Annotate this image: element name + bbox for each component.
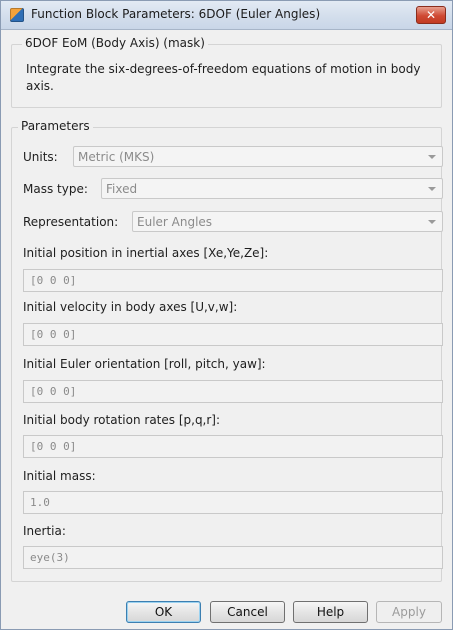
chevron-down-icon xyxy=(428,220,436,224)
mask-description-group: 6DOF EoM (Body Axis) (mask) Integrate th… xyxy=(11,36,442,108)
initial-euler-value: [0 0 0] xyxy=(30,385,77,398)
initial-position-label: Initial position in inertial axes [Xe,Ye… xyxy=(23,246,269,260)
representation-select[interactable]: Euler Angles xyxy=(132,211,443,232)
title-bar[interactable]: Function Block Parameters: 6DOF (Euler A… xyxy=(1,1,452,30)
initial-euler-field[interactable]: [0 0 0] xyxy=(23,380,443,403)
ok-button[interactable]: OK xyxy=(126,601,201,623)
representation-label: Representation: xyxy=(23,215,119,229)
initial-velocity-field[interactable]: [0 0 0] xyxy=(23,323,443,346)
inertia-value: eye(3) xyxy=(30,551,70,564)
inertia-label: Inertia: xyxy=(23,524,66,538)
close-button[interactable]: ✕ xyxy=(416,6,446,24)
mass-type-label: Mass type: xyxy=(23,182,88,196)
initial-rates-field[interactable]: [0 0 0] xyxy=(23,435,443,458)
units-value: Metric (MKS) xyxy=(78,150,155,164)
dialog-window: Function Block Parameters: 6DOF (Euler A… xyxy=(0,0,453,630)
mask-title: 6DOF EoM (Body Axis) (mask) xyxy=(22,36,208,50)
chevron-down-icon xyxy=(428,155,436,159)
chevron-down-icon xyxy=(428,187,436,191)
help-button[interactable]: Help xyxy=(293,601,368,623)
mass-type-select[interactable]: Fixed xyxy=(101,178,443,199)
window-title: Function Block Parameters: 6DOF (Euler A… xyxy=(31,7,321,21)
parameters-legend: Parameters xyxy=(18,119,93,133)
inertia-field[interactable]: eye(3) xyxy=(23,546,443,569)
mass-type-value: Fixed xyxy=(106,182,138,196)
units-label: Units: xyxy=(23,150,58,164)
simulink-app-icon xyxy=(10,8,24,22)
initial-euler-label: Initial Euler orientation [roll, pitch, … xyxy=(23,357,266,371)
initial-mass-label: Initial mass: xyxy=(23,469,96,483)
cancel-button[interactable]: Cancel xyxy=(210,601,285,623)
units-select[interactable]: Metric (MKS) xyxy=(73,146,443,167)
initial-rates-value: [0 0 0] xyxy=(30,440,77,453)
apply-button[interactable]: Apply xyxy=(376,601,442,623)
initial-velocity-label: Initial velocity in body axes [U,v,w]: xyxy=(23,300,238,314)
initial-position-field[interactable]: [0 0 0] xyxy=(23,269,443,292)
representation-value: Euler Angles xyxy=(137,215,213,229)
initial-mass-value: 1.0 xyxy=(30,496,50,509)
initial-mass-field[interactable]: 1.0 xyxy=(23,491,443,514)
initial-rates-label: Initial body rotation rates [p,q,r]: xyxy=(23,413,221,427)
mask-description: Integrate the six-degrees-of-freedom equ… xyxy=(26,62,421,93)
initial-position-value: [0 0 0] xyxy=(30,274,77,287)
initial-velocity-value: [0 0 0] xyxy=(30,328,77,341)
